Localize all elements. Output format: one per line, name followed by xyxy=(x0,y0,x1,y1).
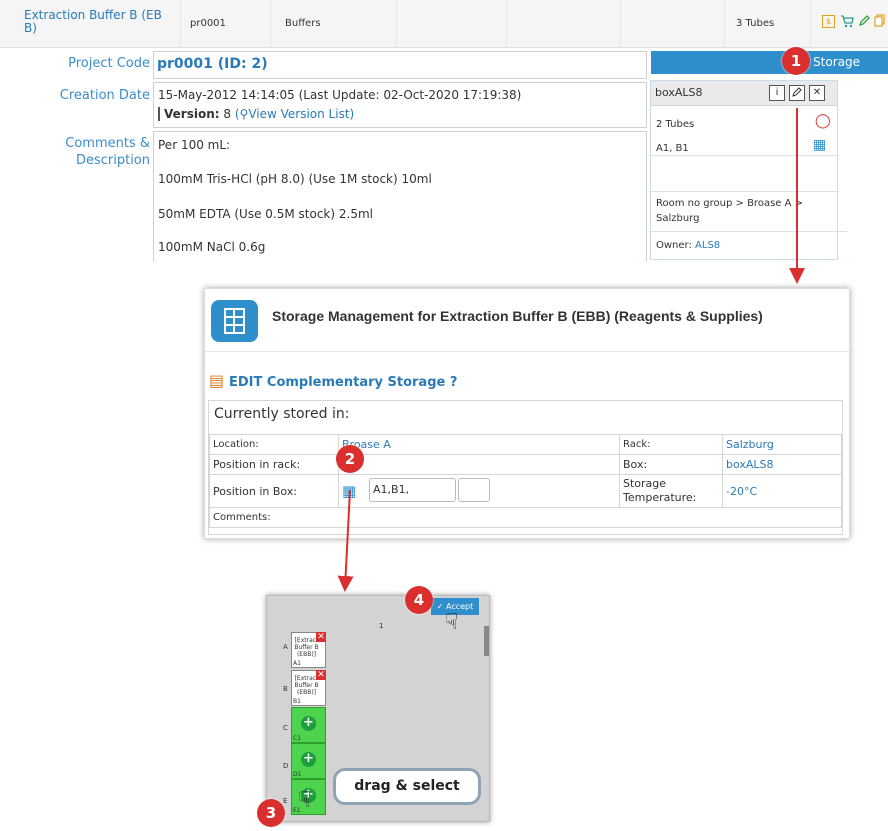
arrow-2 xyxy=(337,489,354,592)
pointer-hand-icon: ☟ xyxy=(445,610,459,635)
pointer-hand-icon: ☟ xyxy=(298,788,312,813)
drag-select-callout: drag & select xyxy=(333,768,481,805)
step-badge: 1 xyxy=(782,47,810,75)
annotation-arrows xyxy=(337,108,805,592)
step-badge: 4 xyxy=(405,586,433,614)
step-badge: 3 xyxy=(257,799,285,827)
step-badge: 2 xyxy=(336,445,364,473)
